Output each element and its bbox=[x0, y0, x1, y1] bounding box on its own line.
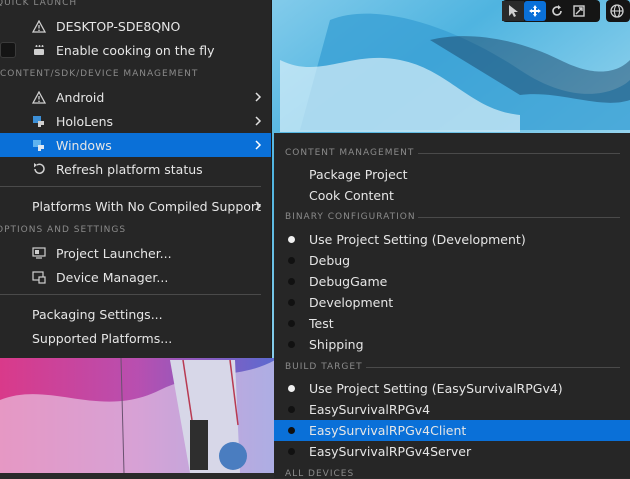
menu-item-project-launcher[interactable]: Project Launcher... bbox=[0, 241, 271, 265]
target-label: EasySurvivalRPGv4 bbox=[309, 402, 431, 417]
radio-selected-icon bbox=[288, 385, 295, 392]
config-option[interactable]: DebugGame bbox=[274, 271, 630, 292]
refresh-icon bbox=[31, 162, 47, 176]
content-sdk-header: CONTENT/SDK/DEVICE MANAGEMENT bbox=[0, 69, 199, 79]
package-project-label: Package Project bbox=[309, 167, 408, 182]
menu-item-supported-platforms[interactable]: Supported Platforms... bbox=[0, 326, 271, 350]
chevron-right-icon bbox=[255, 116, 262, 126]
header-rule bbox=[418, 153, 620, 154]
select-icon[interactable] bbox=[502, 1, 524, 21]
cooking-checkbox[interactable] bbox=[0, 42, 16, 58]
translate-icon[interactable] bbox=[524, 1, 546, 21]
coordinate-space-toolbar bbox=[606, 0, 630, 22]
device-manager-label: Device Manager... bbox=[56, 269, 169, 285]
radio-icon bbox=[288, 448, 295, 455]
menu-item-android[interactable]: Android bbox=[0, 85, 271, 109]
config-label: Use Project Setting (Development) bbox=[309, 232, 526, 247]
options-header: OPTIONS AND SETTINGS bbox=[0, 225, 127, 235]
menu-item-hololens[interactable]: HoloLens bbox=[0, 109, 271, 133]
refresh-label: Refresh platform status bbox=[56, 161, 203, 177]
radio-icon bbox=[288, 427, 295, 434]
chevron-right-icon bbox=[255, 92, 262, 102]
config-label: Shipping bbox=[309, 337, 364, 352]
header-rule bbox=[418, 217, 620, 218]
project-launcher-label: Project Launcher... bbox=[56, 245, 172, 261]
radio-selected-icon bbox=[288, 236, 295, 243]
windows-label: Windows bbox=[56, 137, 112, 153]
radio-icon bbox=[288, 278, 295, 285]
target-option[interactable]: EasySurvivalRPGv4Server bbox=[274, 441, 630, 462]
rotate-icon[interactable] bbox=[546, 1, 568, 21]
binary-configuration-header: BINARY CONFIGURATION bbox=[285, 212, 416, 222]
scale-icon[interactable] bbox=[568, 1, 590, 21]
quick-launch-device[interactable]: DESKTOP-SDE8QNO bbox=[0, 14, 271, 38]
cooking-label: Enable cooking on the fly bbox=[56, 42, 215, 58]
cook-icon bbox=[31, 43, 47, 57]
menu-item-packaging-settings[interactable]: Packaging Settings... bbox=[0, 302, 271, 326]
platforms-menu: QUICK LAUNCH DESKTOP-SDE8QNO Enable cook… bbox=[0, 0, 272, 358]
warning-icon bbox=[31, 90, 47, 104]
header-rule bbox=[366, 367, 620, 368]
radio-icon bbox=[288, 299, 295, 306]
config-label: DebugGame bbox=[309, 274, 388, 289]
target-label: EasySurvivalRPGv4Server bbox=[309, 444, 472, 459]
target-option[interactable]: EasySurvivalRPGv4 bbox=[274, 399, 630, 420]
config-label: Development bbox=[309, 295, 394, 310]
project-launcher-icon bbox=[31, 246, 47, 260]
target-label: EasySurvivalRPGv4Client bbox=[309, 423, 467, 438]
world-icon[interactable] bbox=[606, 1, 628, 21]
chevron-right-icon bbox=[255, 201, 262, 211]
chevron-right-icon bbox=[255, 140, 262, 150]
target-label: Use Project Setting (EasySurvivalRPGv4) bbox=[309, 381, 563, 396]
menu-item-no-compiled[interactable]: Platforms With No Compiled Support bbox=[0, 194, 271, 218]
content-management-header: CONTENT MANAGEMENT bbox=[285, 148, 415, 158]
android-label: Android bbox=[56, 89, 105, 105]
windows-submenu: CONTENT MANAGEMENT Package Project Cook … bbox=[274, 133, 630, 479]
enable-cooking-toggle[interactable]: Enable cooking on the fly bbox=[0, 38, 271, 62]
menu-item-device-manager[interactable]: Device Manager... bbox=[0, 265, 271, 289]
config-option[interactable]: Debug bbox=[274, 250, 630, 271]
config-option[interactable]: Test bbox=[274, 313, 630, 334]
windows-icon bbox=[31, 138, 47, 152]
radio-icon bbox=[288, 406, 295, 413]
config-option[interactable]: Shipping bbox=[274, 334, 630, 355]
radio-icon bbox=[288, 320, 295, 327]
quick-launch-header: QUICK LAUNCH bbox=[0, 0, 78, 8]
menu-item-refresh[interactable]: Refresh platform status bbox=[0, 157, 271, 181]
config-option[interactable]: Use Project Setting (Development) bbox=[274, 229, 630, 250]
config-option[interactable]: Development bbox=[274, 292, 630, 313]
warning-icon bbox=[31, 19, 47, 33]
device-name: DESKTOP-SDE8QNO bbox=[56, 18, 181, 34]
packaging-settings-label: Packaging Settings... bbox=[32, 306, 163, 322]
package-project-item[interactable]: Package Project bbox=[274, 164, 630, 185]
cook-content-label: Cook Content bbox=[309, 188, 394, 203]
menu-item-windows[interactable]: Windows bbox=[0, 133, 271, 157]
transform-toolbar bbox=[502, 0, 600, 22]
menu-divider bbox=[0, 186, 261, 187]
config-label: Debug bbox=[309, 253, 351, 268]
all-devices-header: ALL DEVICES bbox=[285, 469, 355, 479]
build-target-header: BUILD TARGET bbox=[285, 362, 363, 372]
target-option[interactable]: Use Project Setting (EasySurvivalRPGv4) bbox=[274, 378, 630, 399]
hololens-icon bbox=[31, 114, 47, 128]
config-label: Test bbox=[309, 316, 334, 331]
hololens-label: HoloLens bbox=[56, 113, 114, 129]
cook-content-item[interactable]: Cook Content bbox=[274, 185, 630, 206]
target-option[interactable]: EasySurvivalRPGv4Client bbox=[274, 420, 630, 441]
menu-divider bbox=[0, 294, 261, 295]
radio-icon bbox=[288, 257, 295, 264]
no-compiled-label: Platforms With No Compiled Support bbox=[32, 198, 261, 214]
device-manager-icon bbox=[31, 270, 47, 284]
supported-platforms-label: Supported Platforms... bbox=[32, 330, 173, 346]
radio-icon bbox=[288, 341, 295, 348]
